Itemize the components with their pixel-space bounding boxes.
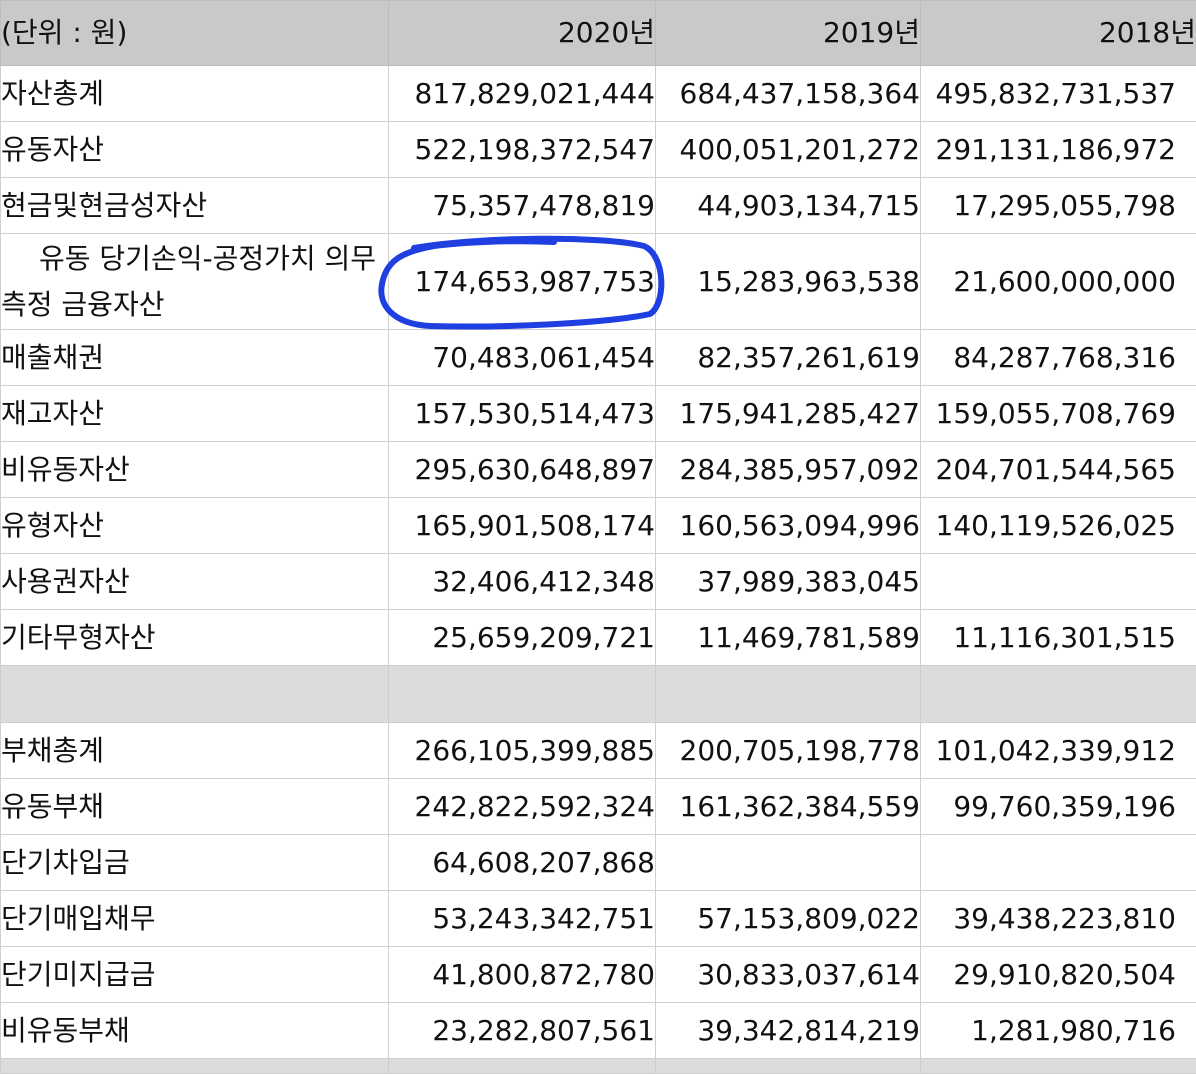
- value-2020-circled: 174,653,987,753: [389, 234, 656, 330]
- value-2018: 159,055,708,769: [921, 386, 1196, 442]
- value-2020: 32,406,412,348: [389, 554, 656, 610]
- row-label: 기타무형자산: [1, 610, 389, 666]
- value-2019: 44,903,134,715: [656, 178, 921, 234]
- table-row: 부채총계 266,105,399,885 200,705,198,778 101…: [1, 723, 1196, 779]
- table-row: 단기미지급금 41,800,872,780 30,833,037,614 29,…: [1, 947, 1196, 1003]
- row-label: 유형자산: [1, 498, 389, 554]
- value-2019: 200,705,198,778: [656, 723, 921, 779]
- table-row: 기타무형자산 25,659,209,721 11,469,781,589 11,…: [1, 610, 1196, 666]
- value-2020: 70,483,061,454: [389, 330, 656, 386]
- row-label: 단기매입채무: [1, 891, 389, 947]
- value-2020: 23,282,807,561: [389, 1003, 656, 1059]
- value-2018: 495,832,731,537: [921, 66, 1196, 122]
- row-label: 부채총계: [1, 723, 389, 779]
- row-label: 단기미지급금: [1, 947, 389, 1003]
- table-row: 유동부채 242,822,592,324 161,362,384,559 99,…: [1, 779, 1196, 835]
- unit-label: (단위 : 원): [1, 1, 389, 66]
- value-2018: 140,119,526,025: [921, 498, 1196, 554]
- row-label: 사용권자산: [1, 554, 389, 610]
- header-row: (단위 : 원) 2020년 2019년 2018년: [1, 1, 1196, 66]
- value-2019: 284,385,957,092: [656, 442, 921, 498]
- value-2019: 30,833,037,614: [656, 947, 921, 1003]
- value-2018: [921, 835, 1196, 891]
- value-2019: 39,342,814,219: [656, 1003, 921, 1059]
- value-2020: 41,800,872,780: [389, 947, 656, 1003]
- value-2020: 242,822,592,324: [389, 779, 656, 835]
- table-row: 유동 당기손익-공정가치 의무 측정 금융자산 174,653,987,753 …: [1, 234, 1196, 330]
- value-2018: 84,287,768,316: [921, 330, 1196, 386]
- value-2020: 64,608,207,868: [389, 835, 656, 891]
- value-2020: 75,357,478,819: [389, 178, 656, 234]
- value-2019: 57,153,809,022: [656, 891, 921, 947]
- year-header-2018: 2018년: [921, 1, 1196, 66]
- table-row: 비유동부채 23,282,807,561 39,342,814,219 1,28…: [1, 1003, 1196, 1059]
- value-2018: 39,438,223,810: [921, 891, 1196, 947]
- financial-table: (단위 : 원) 2020년 2019년 2018년 자산총계 817,829,…: [0, 0, 1196, 1074]
- value-2018: 204,701,544,565: [921, 442, 1196, 498]
- row-label: 유동 당기손익-공정가치 의무 측정 금융자산: [1, 234, 389, 330]
- table-row: 재고자산 157,530,514,473 175,941,285,427 159…: [1, 386, 1196, 442]
- table-row: 단기차입금 64,608,207,868: [1, 835, 1196, 891]
- value-2020: 817,829,021,444: [389, 66, 656, 122]
- value-2018: 99,760,359,196: [921, 779, 1196, 835]
- trailing-row: [1, 1059, 1196, 1074]
- row-label: 유동자산: [1, 122, 389, 178]
- value-2020: 157,530,514,473: [389, 386, 656, 442]
- value-2019: 15,283,963,538: [656, 234, 921, 330]
- value-2020: 165,901,508,174: [389, 498, 656, 554]
- value-2020: 295,630,648,897: [389, 442, 656, 498]
- value-2019: [656, 835, 921, 891]
- row-label: 비유동자산: [1, 442, 389, 498]
- row-label: 자산총계: [1, 66, 389, 122]
- table-row: 단기매입채무 53,243,342,751 57,153,809,022 39,…: [1, 891, 1196, 947]
- row-label: 유동부채: [1, 779, 389, 835]
- value-2018: 29,910,820,504: [921, 947, 1196, 1003]
- table-row: 현금및현금성자산 75,357,478,819 44,903,134,715 1…: [1, 178, 1196, 234]
- value-2019: 175,941,285,427: [656, 386, 921, 442]
- value-2018: 1,281,980,716: [921, 1003, 1196, 1059]
- row-label: 현금및현금성자산: [1, 178, 389, 234]
- year-header-2019: 2019년: [656, 1, 921, 66]
- table-row: 유동자산 522,198,372,547 400,051,201,272 291…: [1, 122, 1196, 178]
- table-row: 매출채권 70,483,061,454 82,357,261,619 84,28…: [1, 330, 1196, 386]
- value-2020: 522,198,372,547: [389, 122, 656, 178]
- value-2019: 160,563,094,996: [656, 498, 921, 554]
- value-2020: 53,243,342,751: [389, 891, 656, 947]
- value-2018: 11,116,301,515: [921, 610, 1196, 666]
- table-row: 비유동자산 295,630,648,897 284,385,957,092 20…: [1, 442, 1196, 498]
- value-2018: 291,131,186,972: [921, 122, 1196, 178]
- value-2018: 21,600,000,000: [921, 234, 1196, 330]
- row-label: 단기차입금: [1, 835, 389, 891]
- value-2018: 101,042,339,912: [921, 723, 1196, 779]
- value-2019: 37,989,383,045: [656, 554, 921, 610]
- value-2020: 25,659,209,721: [389, 610, 656, 666]
- table-row: 유형자산 165,901,508,174 160,563,094,996 140…: [1, 498, 1196, 554]
- row-label: 재고자산: [1, 386, 389, 442]
- value-2019: 400,051,201,272: [656, 122, 921, 178]
- table-row: 사용권자산 32,406,412,348 37,989,383,045: [1, 554, 1196, 610]
- row-label: 비유동부채: [1, 1003, 389, 1059]
- separator-row: [1, 666, 1196, 723]
- value-2019: 11,469,781,589: [656, 610, 921, 666]
- value-2018: [921, 554, 1196, 610]
- row-label: 매출채권: [1, 330, 389, 386]
- value-2019: 161,362,384,559: [656, 779, 921, 835]
- value-2019: 684,437,158,364: [656, 66, 921, 122]
- value-2020: 266,105,399,885: [389, 723, 656, 779]
- value-2018: 17,295,055,798: [921, 178, 1196, 234]
- value-2019: 82,357,261,619: [656, 330, 921, 386]
- table-row: 자산총계 817,829,021,444 684,437,158,364 495…: [1, 66, 1196, 122]
- year-header-2020: 2020년: [389, 1, 656, 66]
